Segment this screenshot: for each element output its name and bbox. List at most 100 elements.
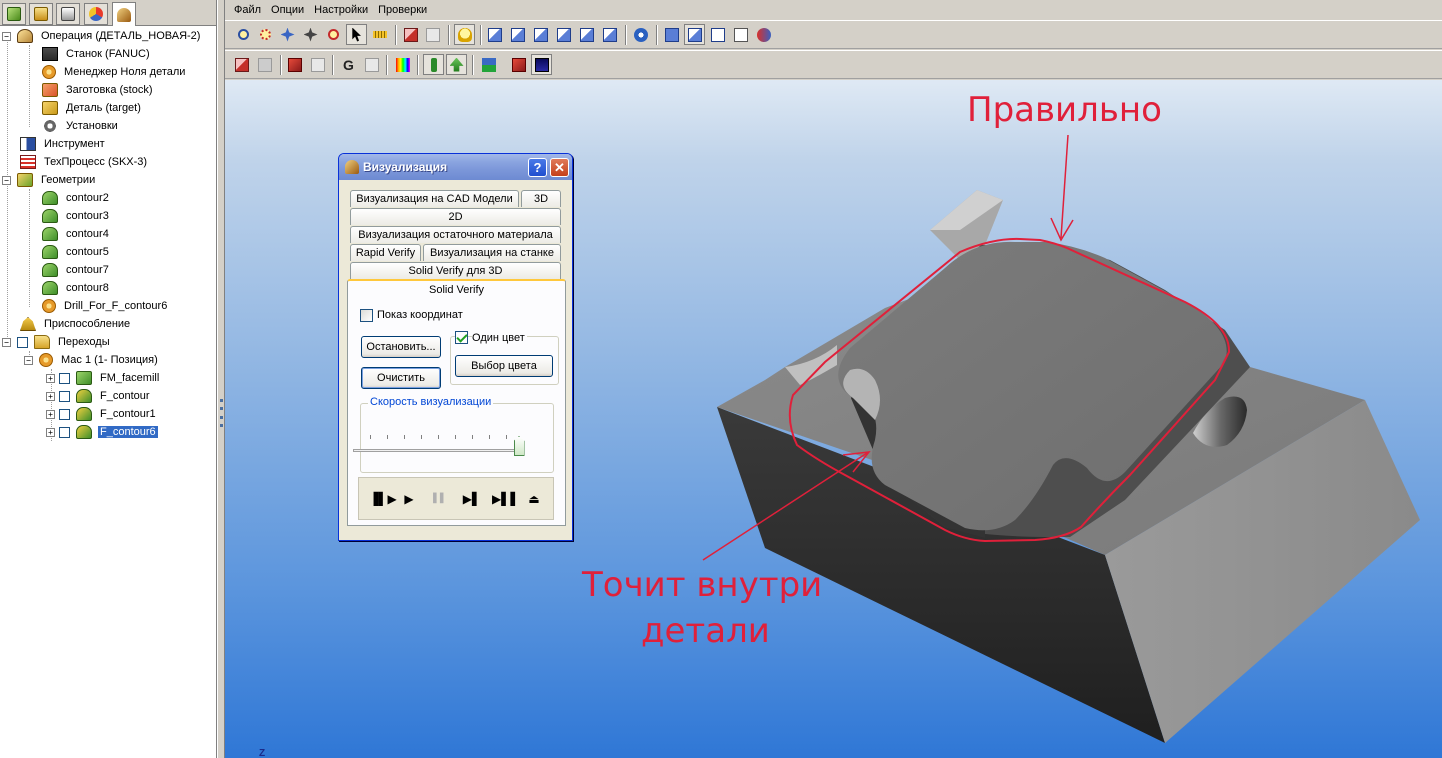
- collapse-icon[interactable]: −: [2, 175, 11, 185]
- menu-checks[interactable]: Проверки: [373, 4, 432, 16]
- tree-item-f-contour1[interactable]: + F_contour1: [46, 405, 158, 423]
- tree-item-contour8[interactable]: contour8: [42, 279, 111, 297]
- one-color-checkbox[interactable]: [455, 331, 468, 344]
- tab-residual-material[interactable]: Визуализация остаточного материала: [350, 226, 561, 243]
- checkbox[interactable]: [59, 390, 70, 402]
- monitor-button[interactable]: [531, 54, 552, 75]
- tree-item-f-contour[interactable]: + F_contour: [46, 387, 152, 405]
- gray-arrow-button[interactable]: [307, 54, 328, 75]
- red-arrow-button[interactable]: [284, 54, 305, 75]
- view-outline-button[interactable]: [730, 24, 751, 45]
- tab-cad-visualization[interactable]: Визуализация на CAD Модели: [350, 190, 519, 207]
- tab-machine[interactable]: [112, 2, 136, 26]
- tree-item-transitions[interactable]: − Переходы: [2, 333, 112, 351]
- menu-file[interactable]: Файл: [229, 4, 266, 16]
- pause-button[interactable]: ▌▌: [431, 490, 449, 508]
- tree-item-machine[interactable]: Станок (FANUC): [42, 45, 152, 63]
- tab-part[interactable]: [2, 3, 26, 25]
- to-end-button[interactable]: ▶▌▌: [492, 490, 520, 508]
- stack-button[interactable]: [478, 54, 499, 75]
- tab-machine-visualization[interactable]: Визуализация на станке: [423, 244, 561, 261]
- red-doc-button[interactable]: [508, 54, 529, 75]
- checkbox[interactable]: [59, 372, 70, 384]
- tab-3d[interactable]: 3D: [521, 190, 561, 207]
- tab-clipboard[interactable]: [56, 3, 80, 25]
- step-play-button[interactable]: ▐▌▶: [369, 490, 397, 508]
- expand-icon[interactable]: +: [46, 409, 55, 419]
- clear-button[interactable]: Очистить: [361, 367, 441, 389]
- shaded-button[interactable]: [400, 24, 421, 45]
- zoom-box-button[interactable]: [255, 24, 276, 45]
- tree-item-tool[interactable]: Инструмент: [20, 135, 107, 153]
- play-button[interactable]: ▶: [400, 490, 418, 508]
- menu-settings[interactable]: Настройки: [309, 4, 373, 16]
- g-code-button[interactable]: G: [338, 54, 359, 75]
- tree-item-contour5[interactable]: contour5: [42, 243, 111, 261]
- tree-item-setup[interactable]: − Мас 1 (1- Позиция): [24, 351, 160, 369]
- tree-item-operation[interactable]: − Операция (ДЕТАЛЬ_НОВАЯ-2): [2, 27, 202, 45]
- view-hidden-button[interactable]: [684, 24, 705, 45]
- stock-view-button[interactable]: [231, 54, 252, 75]
- checkbox[interactable]: [59, 408, 70, 420]
- eject-button[interactable]: ⏏: [525, 490, 543, 508]
- tree-item-contour2[interactable]: contour2: [42, 189, 111, 207]
- tab-2d[interactable]: 2D: [350, 208, 561, 225]
- rotate-button[interactable]: [300, 24, 321, 45]
- stock-edit-button[interactable]: [254, 54, 275, 75]
- color-button[interactable]: [392, 54, 413, 75]
- measure-button[interactable]: [369, 24, 390, 45]
- view-top-button[interactable]: [576, 24, 597, 45]
- swap-button[interactable]: [753, 24, 774, 45]
- panel-splitter[interactable]: [217, 0, 225, 758]
- tree-item-f-contour6[interactable]: + F_contour6: [46, 423, 158, 441]
- help-button[interactable]: ?: [528, 158, 547, 177]
- stop-button[interactable]: Остановить...: [361, 336, 441, 358]
- collapse-icon[interactable]: −: [2, 31, 11, 41]
- tab-solid-verify[interactable]: Solid Verify: [347, 279, 566, 299]
- view-left-button[interactable]: [530, 24, 551, 45]
- zoom-dynamic-button[interactable]: [323, 24, 344, 45]
- view-iso-button[interactable]: [630, 24, 651, 45]
- show-coords-checkbox[interactable]: [360, 309, 373, 322]
- zoom-button[interactable]: [233, 24, 254, 45]
- collapse-icon[interactable]: −: [24, 355, 33, 365]
- tree-item-facemill[interactable]: + FM_facemill: [46, 369, 161, 387]
- expand-icon[interactable]: +: [46, 391, 55, 401]
- next-button[interactable]: ▶▌: [461, 490, 483, 508]
- green-arrow-button[interactable]: [446, 54, 467, 75]
- tab-solid-verify-3d[interactable]: Solid Verify для 3D: [350, 262, 561, 279]
- view-wire-button[interactable]: [707, 24, 728, 45]
- tree-item-drill[interactable]: Drill_For_F_contour6: [42, 297, 169, 315]
- tab-rapid-verify[interactable]: Rapid Verify: [350, 244, 421, 261]
- pan-button[interactable]: [277, 24, 298, 45]
- tree-item-fixture[interactable]: Приспособление: [20, 315, 132, 333]
- tree-item-zero-manager[interactable]: Менеджер Ноля детали: [42, 63, 187, 81]
- tree-item-target[interactable]: Деталь (target): [42, 99, 143, 117]
- speed-slider-track[interactable]: [353, 449, 519, 452]
- color-select-button[interactable]: Выбор цвета: [455, 355, 553, 377]
- tree-item-contour7[interactable]: contour7: [42, 261, 111, 279]
- view-front-button[interactable]: [484, 24, 505, 45]
- tree-item-process[interactable]: ТехПроцесс (SKX-3): [20, 153, 149, 171]
- tree-item-contour3[interactable]: contour3: [42, 207, 111, 225]
- expand-icon[interactable]: +: [46, 427, 55, 437]
- view-back-button[interactable]: [507, 24, 528, 45]
- view-right-button[interactable]: [553, 24, 574, 45]
- view-bottom-button[interactable]: [599, 24, 620, 45]
- tree-item-contour4[interactable]: contour4: [42, 225, 111, 243]
- collapse-icon[interactable]: −: [2, 337, 11, 347]
- menu-options[interactable]: Опции: [266, 4, 309, 16]
- green-tool-button[interactable]: [423, 54, 444, 75]
- light-button[interactable]: [454, 24, 475, 45]
- view-solid-button[interactable]: [661, 24, 682, 45]
- tab-folder[interactable]: [29, 3, 53, 25]
- tree-item-stock[interactable]: Заготовка (stock): [42, 81, 155, 99]
- gray-tool-button[interactable]: [361, 54, 382, 75]
- checkbox[interactable]: [59, 426, 70, 438]
- tab-palette[interactable]: [84, 3, 108, 25]
- close-button[interactable]: ✕: [550, 158, 569, 177]
- tree-item-geometry[interactable]: − Геометрии: [2, 171, 97, 189]
- expand-icon[interactable]: +: [46, 373, 55, 383]
- tree-item-settings[interactable]: Установки: [42, 117, 120, 135]
- select-button[interactable]: [346, 24, 367, 45]
